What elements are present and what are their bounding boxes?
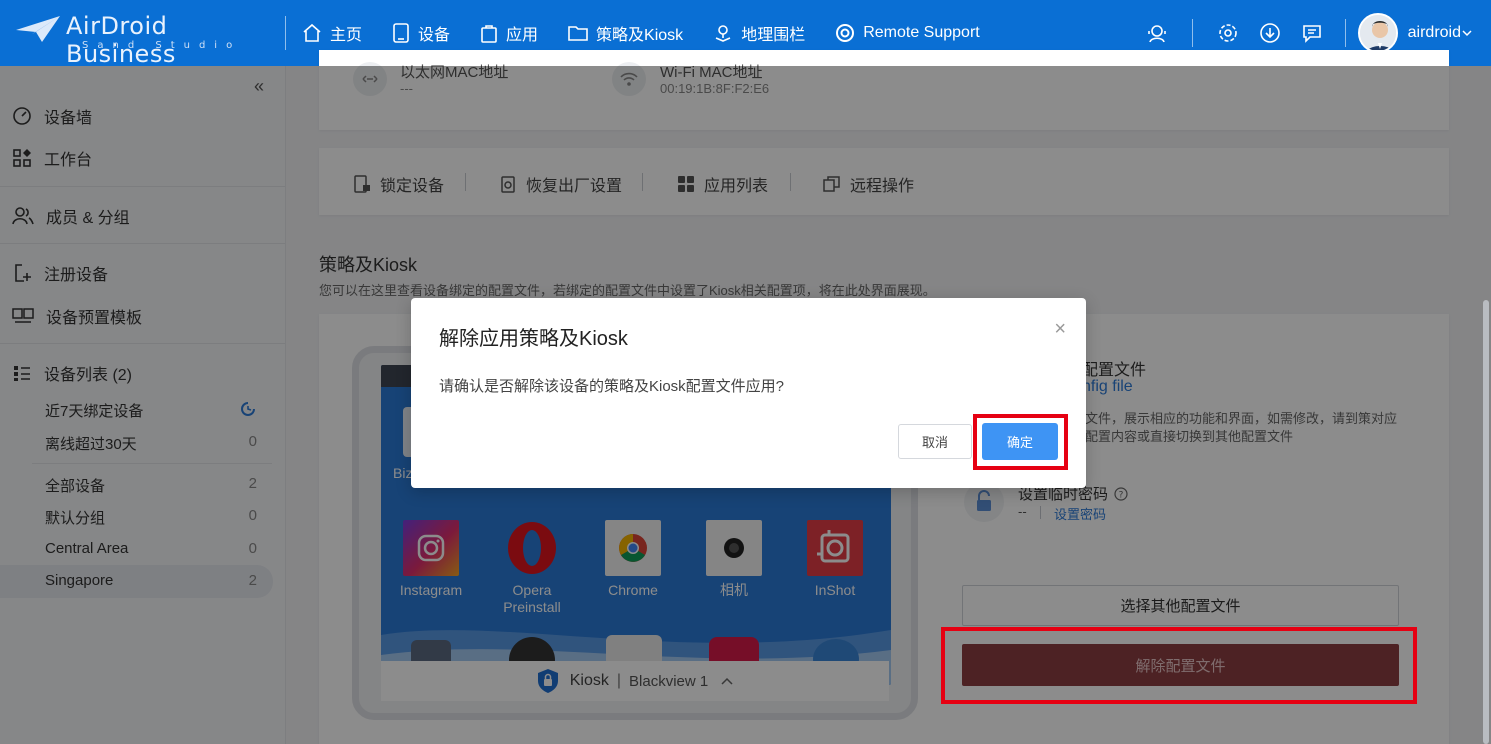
lifebuoy-icon [836, 24, 855, 42]
cancel-button[interactable]: 取消 [898, 424, 972, 459]
nav-home[interactable]: 主页 [302, 21, 362, 45]
folder-icon [568, 26, 588, 41]
nav-divider [1191, 19, 1193, 47]
nav-divider [1344, 19, 1346, 47]
map-pin-icon [715, 25, 731, 42]
nav-policy-kiosk[interactable]: 策略及Kiosk [568, 21, 683, 45]
logo[interactable]: AirDroid Business Sand Studio [14, 10, 274, 68]
highlight-confirm-button [973, 414, 1068, 470]
dialog-title: 解除应用策略及Kiosk [439, 328, 628, 350]
paper-plane-logo-icon [16, 16, 60, 42]
brand-sub: Sand Studio [82, 40, 242, 51]
gear-icon[interactable] [1217, 22, 1239, 44]
close-icon[interactable]: × [1054, 318, 1066, 341]
tablet-icon [393, 23, 409, 43]
highlight-remove-button [941, 627, 1417, 704]
download-icon[interactable] [1259, 22, 1281, 44]
scrollbar[interactable] [1483, 300, 1489, 744]
user-portrait-icon [1359, 15, 1396, 51]
bag-icon [481, 25, 497, 43]
nav-devices[interactable]: 设备 [392, 21, 450, 45]
chevron-down-icon [1462, 30, 1472, 37]
nav-geofence[interactable]: 地理围栏 [713, 21, 805, 45]
home-icon [303, 23, 321, 42]
message-icon[interactable] [1301, 22, 1323, 44]
confirm-dialog: 解除应用策略及Kiosk × 请确认是否解除该设备的策略及Kiosk配置文件应用… [411, 298, 1086, 488]
nav-divider [285, 16, 286, 50]
dialog-message: 请确认是否解除该设备的策略及Kiosk配置文件应用? [439, 378, 785, 395]
user-menu[interactable]: airdroid [1408, 24, 1473, 42]
nav-remote-support[interactable]: Remote Support [835, 23, 980, 43]
nav-apps[interactable]: 应用 [480, 21, 538, 45]
avatar[interactable] [1357, 13, 1398, 53]
support-agent-icon[interactable] [1146, 22, 1168, 44]
